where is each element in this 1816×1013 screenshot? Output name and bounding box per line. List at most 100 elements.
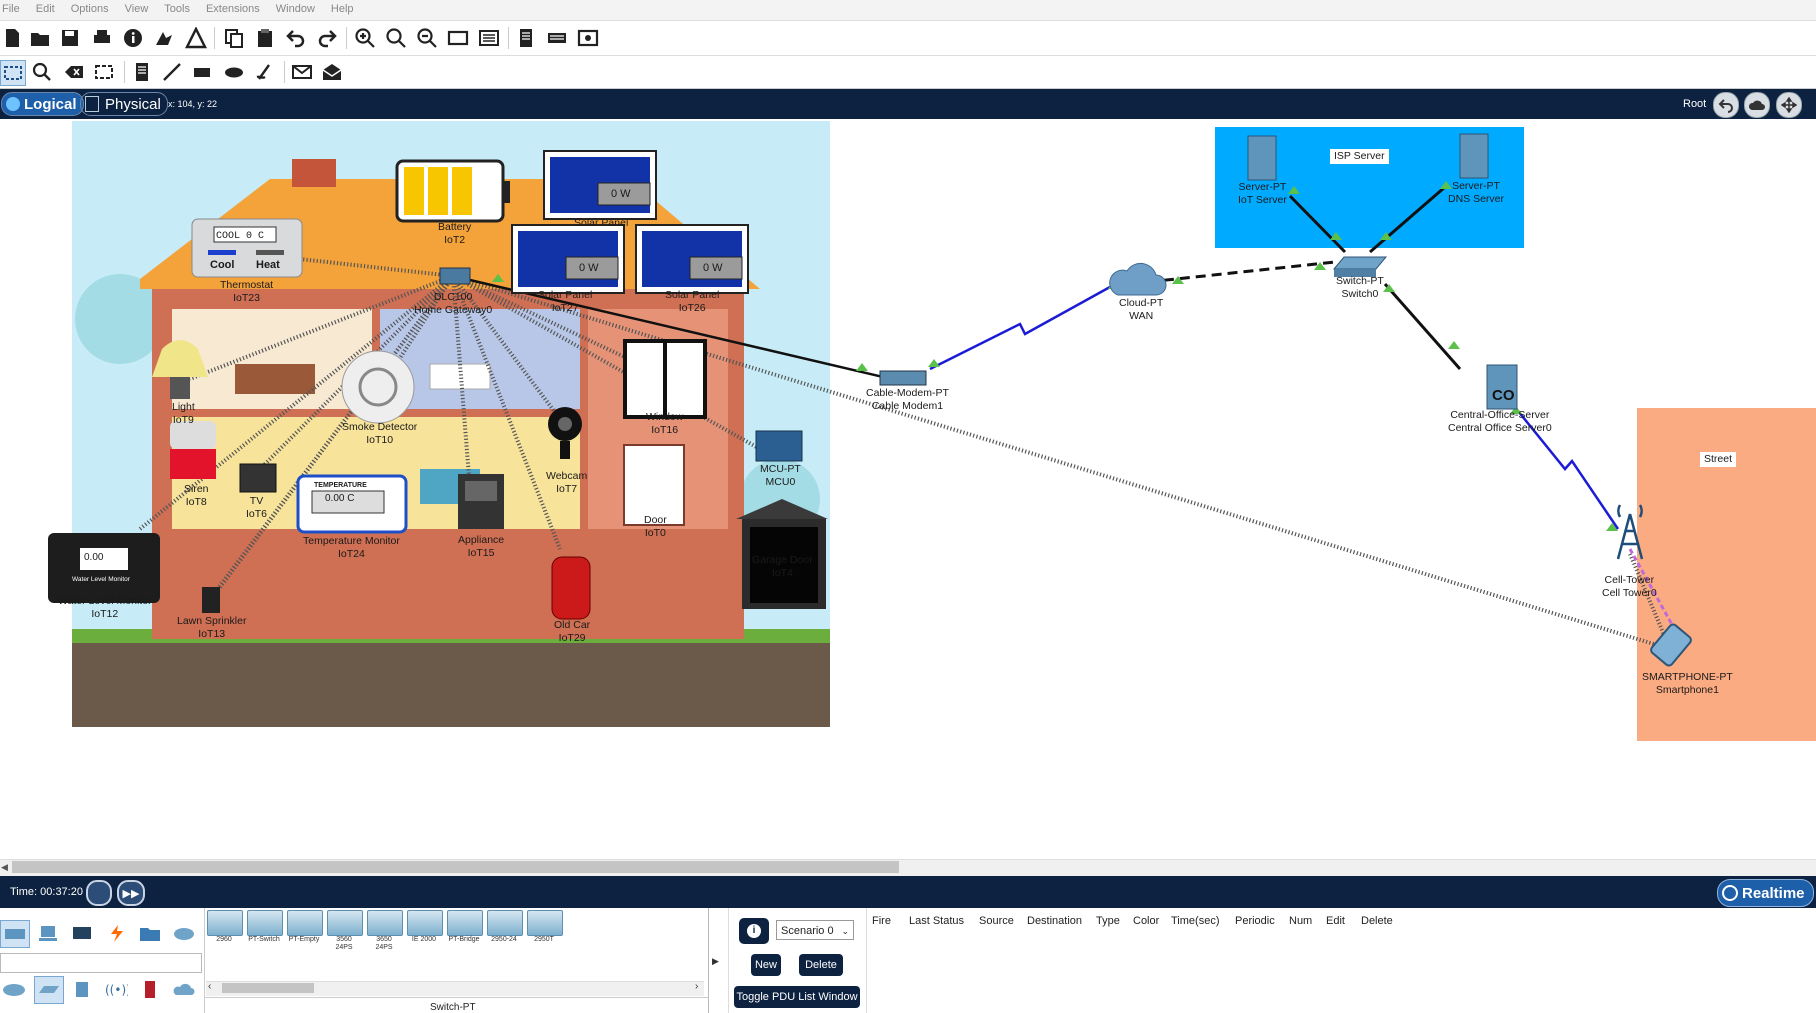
- workspace-hscroll-thumb[interactable]: [12, 861, 899, 873]
- menu-extensions[interactable]: Extensions: [198, 0, 268, 15]
- pdu-new-button[interactable]: New: [751, 954, 781, 976]
- device-ie-2000[interactable]: IE 2000: [407, 910, 443, 944]
- lawn-sprinkler-device[interactable]: [202, 587, 220, 613]
- category-end-devices-icon[interactable]: [34, 920, 62, 946]
- toggle-pdu-list-button[interactable]: Toggle PDU List Window: [734, 986, 860, 1008]
- device-3650-24ps[interactable]: 3650 24PS: [367, 910, 403, 951]
- solar-panel-top[interactable]: [543, 150, 657, 220]
- menu-options[interactable]: Options: [63, 0, 117, 15]
- paste-icon[interactable]: [253, 26, 277, 50]
- device-2950-24[interactable]: 2950-24: [487, 910, 523, 944]
- menu-tools[interactable]: Tools: [156, 0, 198, 15]
- complex-pdu-icon[interactable]: [320, 60, 344, 84]
- device-3560-24ps[interactable]: 3560 24PS: [327, 910, 363, 951]
- resize-shape-icon[interactable]: [92, 60, 116, 84]
- category-network-devices-icon[interactable]: [0, 920, 30, 948]
- realtime-mode-button[interactable]: Realtime: [1717, 879, 1814, 907]
- device-2950t[interactable]: 2950T: [527, 910, 563, 944]
- smoke-detector-device[interactable]: [341, 350, 415, 424]
- link-modem-cloud[interactable]: [929, 285, 1111, 371]
- menu-file[interactable]: File: [0, 0, 28, 15]
- appliance-device[interactable]: [458, 474, 504, 529]
- image-icon[interactable]: [576, 26, 600, 50]
- undo-icon[interactable]: [284, 26, 308, 50]
- new-file-icon[interactable]: [0, 26, 24, 50]
- logical-workspace[interactable]: ISP Server Street COOL 0 C Cool Heat The…: [0, 119, 1816, 859]
- tab-physical[interactable]: Physical: [80, 92, 168, 116]
- viewport-move-icon[interactable]: [1776, 92, 1802, 118]
- link-switch-co[interactable]: [1383, 283, 1462, 370]
- device-2960[interactable]: 2960: [207, 910, 243, 944]
- pdu-expand-icon[interactable]: ▶: [712, 956, 719, 967]
- dns-server-device[interactable]: [1459, 133, 1489, 179]
- mcu-device[interactable]: [755, 430, 803, 462]
- device-search-bar[interactable]: [0, 953, 202, 973]
- print-icon[interactable]: [90, 26, 114, 50]
- scroll-left-icon[interactable]: ◀: [1, 862, 8, 873]
- inspect-icon[interactable]: [30, 60, 54, 84]
- subcategory-switches-icon[interactable]: [34, 976, 64, 1004]
- freeform-icon[interactable]: [252, 60, 276, 84]
- notes-icon[interactable]: [514, 26, 538, 50]
- switch0-device[interactable]: [1332, 256, 1388, 270]
- cable-modem-device[interactable]: [879, 370, 927, 386]
- info-icon[interactable]: [121, 26, 145, 50]
- category-components-icon[interactable]: [68, 920, 96, 946]
- pdu-delete-button[interactable]: Delete: [799, 954, 843, 976]
- category-misc-icon[interactable]: [136, 920, 164, 946]
- device-list-scroll-thumb[interactable]: [222, 983, 314, 993]
- device-scroll-left-icon[interactable]: ‹: [208, 981, 211, 992]
- tab-logical[interactable]: Logical: [1, 92, 84, 116]
- power-cycle-icon[interactable]: [86, 880, 112, 906]
- device-template-icon[interactable]: [545, 26, 569, 50]
- window-device[interactable]: [623, 339, 707, 419]
- old-car-device[interactable]: [551, 556, 591, 620]
- device-pt-switch[interactable]: PT-Switch: [247, 910, 283, 944]
- device-scroll-right-icon[interactable]: ›: [695, 981, 698, 992]
- device-pt-empty[interactable]: PT-Empty: [287, 910, 323, 944]
- menu-edit[interactable]: Edit: [28, 0, 63, 15]
- open-folder-icon[interactable]: [28, 26, 52, 50]
- redo-icon[interactable]: [315, 26, 339, 50]
- category-connections-icon[interactable]: [102, 920, 130, 946]
- home-gateway-device[interactable]: [439, 267, 471, 285]
- simple-pdu-icon[interactable]: [290, 60, 314, 84]
- thermostat-cool-label: Cool: [210, 259, 235, 271]
- place-note-icon[interactable]: [130, 60, 154, 84]
- subcategory-wireless-icon[interactable]: ((•)): [102, 976, 130, 1002]
- subcategory-security-icon[interactable]: [136, 976, 164, 1002]
- subcategory-routers-icon[interactable]: [0, 976, 28, 1002]
- device-pt-bridge[interactable]: PT-Bridge: [447, 910, 483, 944]
- zoom-out-icon[interactable]: [415, 26, 439, 50]
- cloud-wan-device[interactable]: [1109, 262, 1167, 296]
- zoom-reset-icon[interactable]: [384, 26, 408, 50]
- menu-help[interactable]: Help: [323, 0, 362, 15]
- iot-server-device[interactable]: [1247, 135, 1277, 181]
- custom-devices-icon[interactable]: [477, 26, 501, 50]
- save-icon[interactable]: [58, 26, 82, 50]
- category-multiuser-icon[interactable]: [170, 920, 198, 946]
- scenario-select[interactable]: Scenario 0 ⌄: [776, 920, 854, 940]
- cluster-cloud-icon[interactable]: [1744, 92, 1770, 118]
- solar-panel-mid[interactable]: [511, 224, 625, 294]
- drawing-palette-icon[interactable]: [446, 26, 470, 50]
- copy-icon[interactable]: [222, 26, 246, 50]
- pdu-info-icon[interactable]: i: [739, 918, 769, 944]
- back-icon[interactable]: [1713, 92, 1739, 118]
- draw-ellipse-icon[interactable]: [222, 60, 246, 84]
- draw-line-icon[interactable]: [160, 60, 184, 84]
- network-wizard-icon[interactable]: [152, 26, 176, 50]
- tv-device[interactable]: [239, 463, 277, 493]
- solar-panel-right[interactable]: [635, 224, 749, 294]
- draw-rectangle-icon[interactable]: [190, 60, 214, 84]
- select-icon[interactable]: [0, 60, 26, 86]
- delete-icon[interactable]: [62, 60, 86, 84]
- siren-device[interactable]: [170, 421, 216, 479]
- fast-forward-icon[interactable]: ▶▶: [117, 880, 145, 906]
- zoom-in-icon[interactable]: [353, 26, 377, 50]
- subcategory-hubs-icon[interactable]: [68, 976, 96, 1002]
- menu-view[interactable]: View: [117, 0, 157, 15]
- menu-window[interactable]: Window: [268, 0, 323, 15]
- subcategory-wan-emulation-icon[interactable]: [170, 976, 198, 1002]
- activity-wizard-icon[interactable]: [184, 26, 208, 50]
